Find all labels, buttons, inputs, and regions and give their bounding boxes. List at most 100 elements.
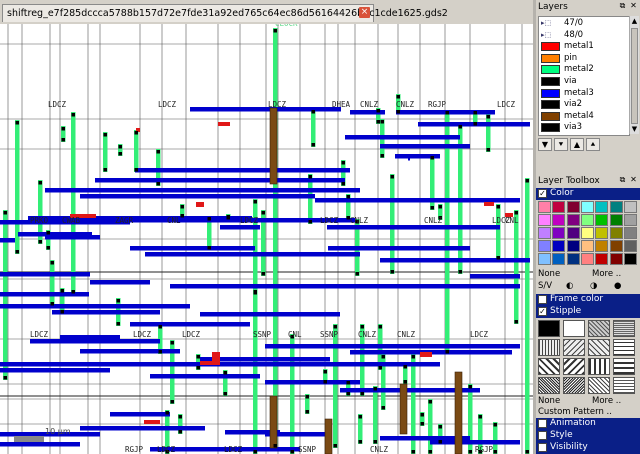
- move-down-icon[interactable]: ▼: [538, 138, 552, 151]
- stipple-pattern[interactable]: [613, 377, 635, 394]
- layer-row[interactable]: via: [539, 76, 629, 87]
- brightness-icon[interactable]: ◐: [566, 281, 573, 291]
- color-swatch[interactable]: [552, 240, 566, 252]
- color-swatch[interactable]: [595, 214, 609, 226]
- close-icon[interactable]: ✕: [629, 175, 638, 184]
- color-swatch[interactable]: [538, 201, 551, 213]
- saturation-icon[interactable]: ◑: [590, 281, 597, 291]
- color-swatch[interactable]: [623, 201, 637, 213]
- color-swatch[interactable]: [623, 227, 637, 239]
- move-bottom-icon[interactable]: ⯆: [554, 138, 568, 151]
- color-swatch[interactable]: [538, 227, 551, 239]
- frame-color-toggle[interactable]: Frame color: [536, 294, 640, 306]
- color-swatch[interactable]: [538, 214, 551, 226]
- stipple-pattern[interactable]: [563, 377, 585, 394]
- color-swatch[interactable]: [580, 214, 594, 226]
- custom-pattern-button[interactable]: Custom Pattern ..: [538, 407, 612, 417]
- stipple-pattern[interactable]: [588, 320, 610, 337]
- layer-row[interactable]: metal3: [539, 88, 629, 99]
- color-swatch[interactable]: [609, 227, 623, 239]
- checkbox-icon[interactable]: [538, 295, 547, 304]
- close-icon[interactable]: ×: [359, 7, 370, 18]
- color-swatch[interactable]: [552, 214, 566, 226]
- stipple-more-button[interactable]: More ..: [592, 396, 621, 406]
- stipple-grid[interactable]: [536, 320, 640, 396]
- stipple-pattern[interactable]: [538, 358, 560, 375]
- color-palette[interactable]: [536, 201, 640, 267]
- color-more-button[interactable]: More ..: [592, 269, 621, 279]
- visibility-toggle[interactable]: Visibility: [536, 442, 640, 454]
- stipple-pattern[interactable]: [563, 320, 585, 337]
- move-top-icon[interactable]: ⯅: [586, 138, 600, 151]
- stipple-pattern[interactable]: [588, 358, 610, 375]
- color-swatch[interactable]: [566, 240, 580, 252]
- stipple-pattern[interactable]: [563, 339, 585, 356]
- stipple-pattern[interactable]: [613, 320, 635, 337]
- color-swatch[interactable]: [595, 253, 609, 265]
- color-swatch[interactable]: [538, 240, 551, 252]
- scrollbar-thumb[interactable]: [631, 28, 638, 124]
- stipple-pattern[interactable]: [538, 320, 560, 337]
- checkbox-icon[interactable]: [538, 419, 547, 428]
- color-swatch[interactable]: [566, 214, 580, 226]
- layer-row[interactable]: via3: [539, 122, 629, 133]
- float-icon[interactable]: ⧉: [618, 175, 627, 184]
- color-swatch[interactable]: [552, 227, 566, 239]
- color-swatch[interactable]: [623, 214, 637, 226]
- color-swatch[interactable]: [552, 253, 566, 265]
- layer-row[interactable]: metal4: [539, 111, 629, 122]
- checkbox-checked-icon[interactable]: ✓: [538, 189, 547, 198]
- color-swatch[interactable]: [595, 201, 609, 213]
- color-swatch[interactable]: [580, 240, 594, 252]
- layer-list-scrollbar[interactable]: ▲ ▼: [629, 16, 639, 134]
- scroll-up-icon[interactable]: ▲: [630, 16, 639, 26]
- color-swatch[interactable]: [595, 227, 609, 239]
- layer-row[interactable]: pin: [539, 53, 629, 64]
- color-swatch[interactable]: [595, 240, 609, 252]
- layer-row[interactable]: metal1: [539, 41, 629, 52]
- color-swatch[interactable]: [566, 227, 580, 239]
- color-section-toggle[interactable]: ✓ Color: [536, 188, 640, 200]
- layout-tab[interactable]: shiftreg_e7f285dccca5788b157d72e7fde31a9…: [2, 4, 448, 22]
- color-swatch[interactable]: [623, 240, 637, 252]
- move-up-icon[interactable]: ▲: [570, 138, 584, 151]
- color-swatch[interactable]: [552, 201, 566, 213]
- color-swatch[interactable]: [623, 253, 637, 265]
- float-icon[interactable]: ⧉: [618, 1, 627, 10]
- color-none-button[interactable]: None: [538, 269, 560, 279]
- stipple-section-toggle[interactable]: ✓ Stipple: [536, 306, 640, 318]
- stipple-pattern[interactable]: [588, 377, 610, 394]
- scroll-down-icon[interactable]: ▼: [630, 124, 639, 134]
- style-toggle[interactable]: Style: [536, 430, 640, 442]
- animation-toggle[interactable]: Animation: [536, 418, 640, 430]
- stipple-pattern[interactable]: [613, 358, 635, 375]
- layer-row[interactable]: ▸⬚ 47/0: [539, 18, 629, 29]
- layout-canvas[interactable]: 10 µm LDCZ LDCZ LDCZ DHEA CNLZ CNLZ RGJP LDCZ PRK…: [0, 24, 533, 454]
- close-icon[interactable]: ✕: [629, 1, 638, 10]
- layer-list[interactable]: ▸⬚ 47/0 ▸⬚ 48/0 metal1 pin metal2 via metal3 via2…: [538, 16, 630, 136]
- color-swatch[interactable]: [609, 240, 623, 252]
- checkbox-icon[interactable]: [538, 431, 547, 440]
- color-swatch[interactable]: [609, 201, 623, 213]
- stipple-none-button[interactable]: None: [538, 396, 560, 406]
- color-swatch[interactable]: [580, 227, 594, 239]
- stipple-pattern[interactable]: [538, 339, 560, 356]
- color-swatch[interactable]: [580, 253, 594, 265]
- stipple-pattern[interactable]: [588, 339, 610, 356]
- stipple-pattern[interactable]: [538, 377, 560, 394]
- color-swatch[interactable]: [609, 253, 623, 265]
- color-swatch[interactable]: [538, 253, 551, 265]
- stipple-pattern[interactable]: [613, 339, 635, 356]
- color-swatch[interactable]: [580, 201, 594, 213]
- stipple-pattern[interactable]: [563, 358, 585, 375]
- checkbox-checked-icon[interactable]: ✓: [538, 307, 547, 316]
- layer-row[interactable]: metal2: [539, 64, 629, 75]
- color-swatch[interactable]: [566, 201, 580, 213]
- reset-icon[interactable]: ●: [614, 281, 621, 291]
- color-swatch[interactable]: [566, 253, 580, 265]
- color-swatch[interactable]: [609, 214, 623, 226]
- layout-drawing[interactable]: 10 µm LDCZ LDCZ LDCZ DHEA CNLZ CNLZ RGJP LDCZ PRK…: [0, 24, 533, 454]
- layer-row[interactable]: via2: [539, 99, 629, 110]
- layer-row[interactable]: ▸⬚ 48/0: [539, 30, 629, 41]
- checkbox-icon[interactable]: [538, 443, 547, 452]
